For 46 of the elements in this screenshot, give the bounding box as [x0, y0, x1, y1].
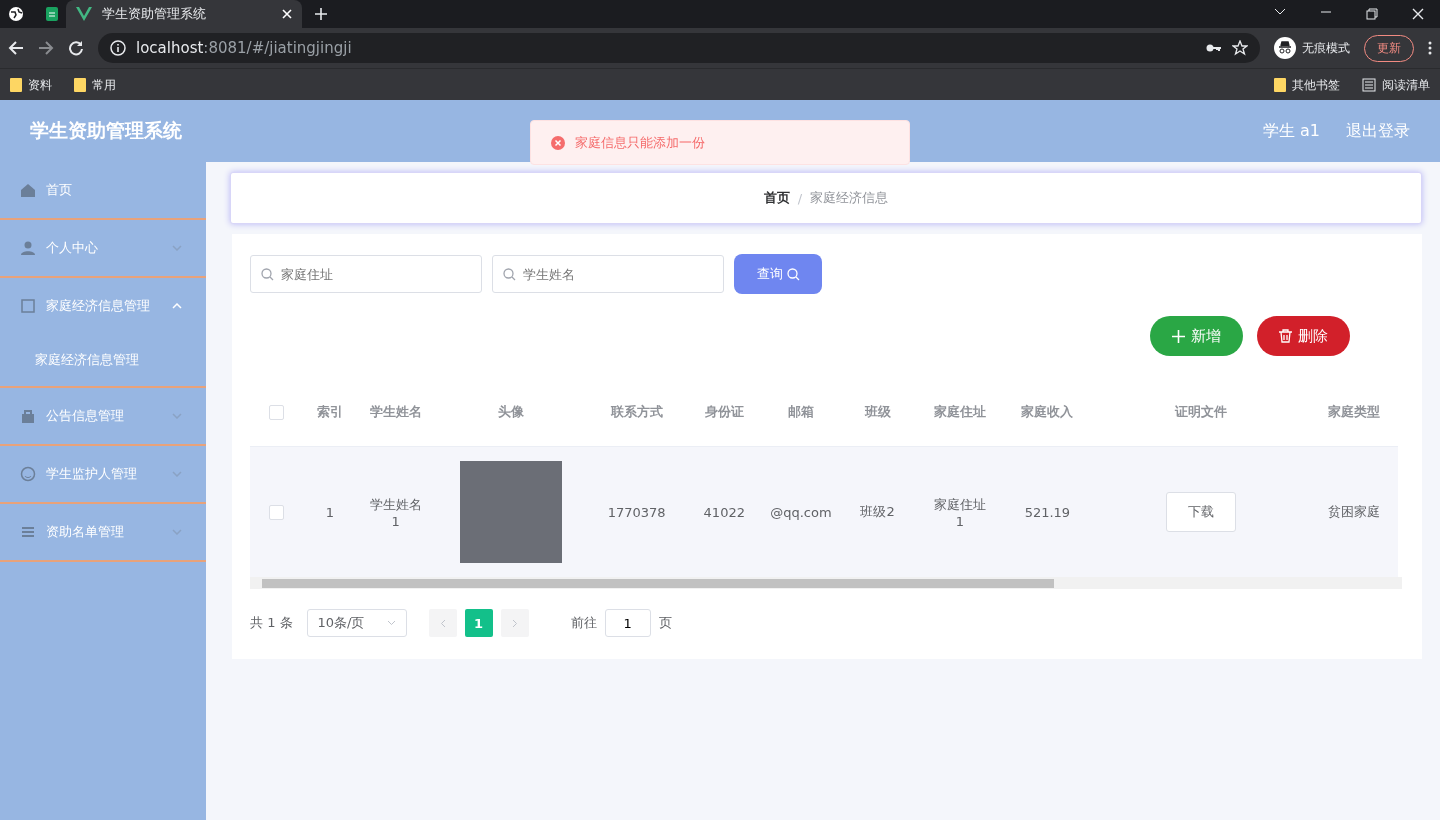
breadcrumb-current: 家庭经济信息	[810, 189, 889, 207]
incognito-label: 无痕模式	[1302, 39, 1350, 57]
search-field[interactable]: 学生姓名	[492, 255, 724, 293]
url-text: localhost:8081/#/jiatingjingji	[136, 39, 352, 57]
table-cell: 1770378	[587, 446, 686, 577]
table-cell: @qq.com	[762, 446, 840, 577]
column-header: 学生姓名	[357, 378, 434, 447]
delete-button[interactable]: 删除	[1257, 316, 1350, 356]
download-button[interactable]: 下载	[1165, 492, 1236, 532]
user-label: 学生 a1	[1262, 120, 1320, 142]
tab-title: 学生资助管理系统	[102, 5, 207, 23]
reading-list-link[interactable]: 阅读清单	[1382, 76, 1430, 94]
table-cell: 班级2	[839, 446, 916, 577]
bookmark-link[interactable]: 常用	[92, 76, 116, 94]
toast-message: 家庭信息只能添加一份	[575, 133, 705, 152]
add-button[interactable]: 新增	[1150, 316, 1243, 356]
goto-suffix: 页	[658, 614, 672, 632]
column-header: 家庭住址	[915, 378, 1004, 447]
column-header: 索引	[302, 378, 358, 447]
table-cell: 521.19	[1003, 446, 1092, 577]
column-header: 家庭类型	[1310, 378, 1398, 447]
column-header: 证明文件	[1091, 378, 1311, 447]
table-cell: 41022	[685, 446, 763, 577]
goto-page-field[interactable]: 1	[604, 609, 651, 637]
goto-label: 前往	[570, 614, 597, 632]
bookmark-link[interactable]: 资料	[28, 76, 52, 94]
page-size-select[interactable]: 10条/页	[306, 609, 407, 637]
table-cell: 贫困家庭	[1310, 446, 1398, 577]
column-header: 班级	[839, 378, 916, 447]
total-count: 共 1 条	[250, 614, 293, 632]
table-cell-text: 学生姓名1	[368, 495, 423, 529]
address-bar[interactable]: localhost:8081/#/jiatingjingji	[98, 33, 1260, 63]
column-header: 邮箱	[762, 378, 840, 447]
query-button[interactable]: 查询	[734, 254, 822, 294]
browser-tab[interactable]: 学生资助管理系统	[66, 0, 302, 28]
breadcrumb-link[interactable]: 首页	[763, 189, 790, 207]
bookmark-link[interactable]: 其他书签	[1292, 76, 1340, 94]
table-cell-text: 家庭住址1	[932, 495, 987, 529]
app-title: 学生资助管理系统	[30, 118, 182, 143]
column-header: 家庭收入	[1003, 378, 1092, 447]
column-header: 联系方式	[587, 378, 686, 447]
column-header: 身份证	[685, 378, 763, 447]
breadcrumb-separator: /	[797, 190, 803, 206]
column-header: 头像	[434, 378, 588, 447]
search-field[interactable]: 家庭住址	[250, 255, 482, 293]
table-cell: 1	[302, 446, 358, 577]
